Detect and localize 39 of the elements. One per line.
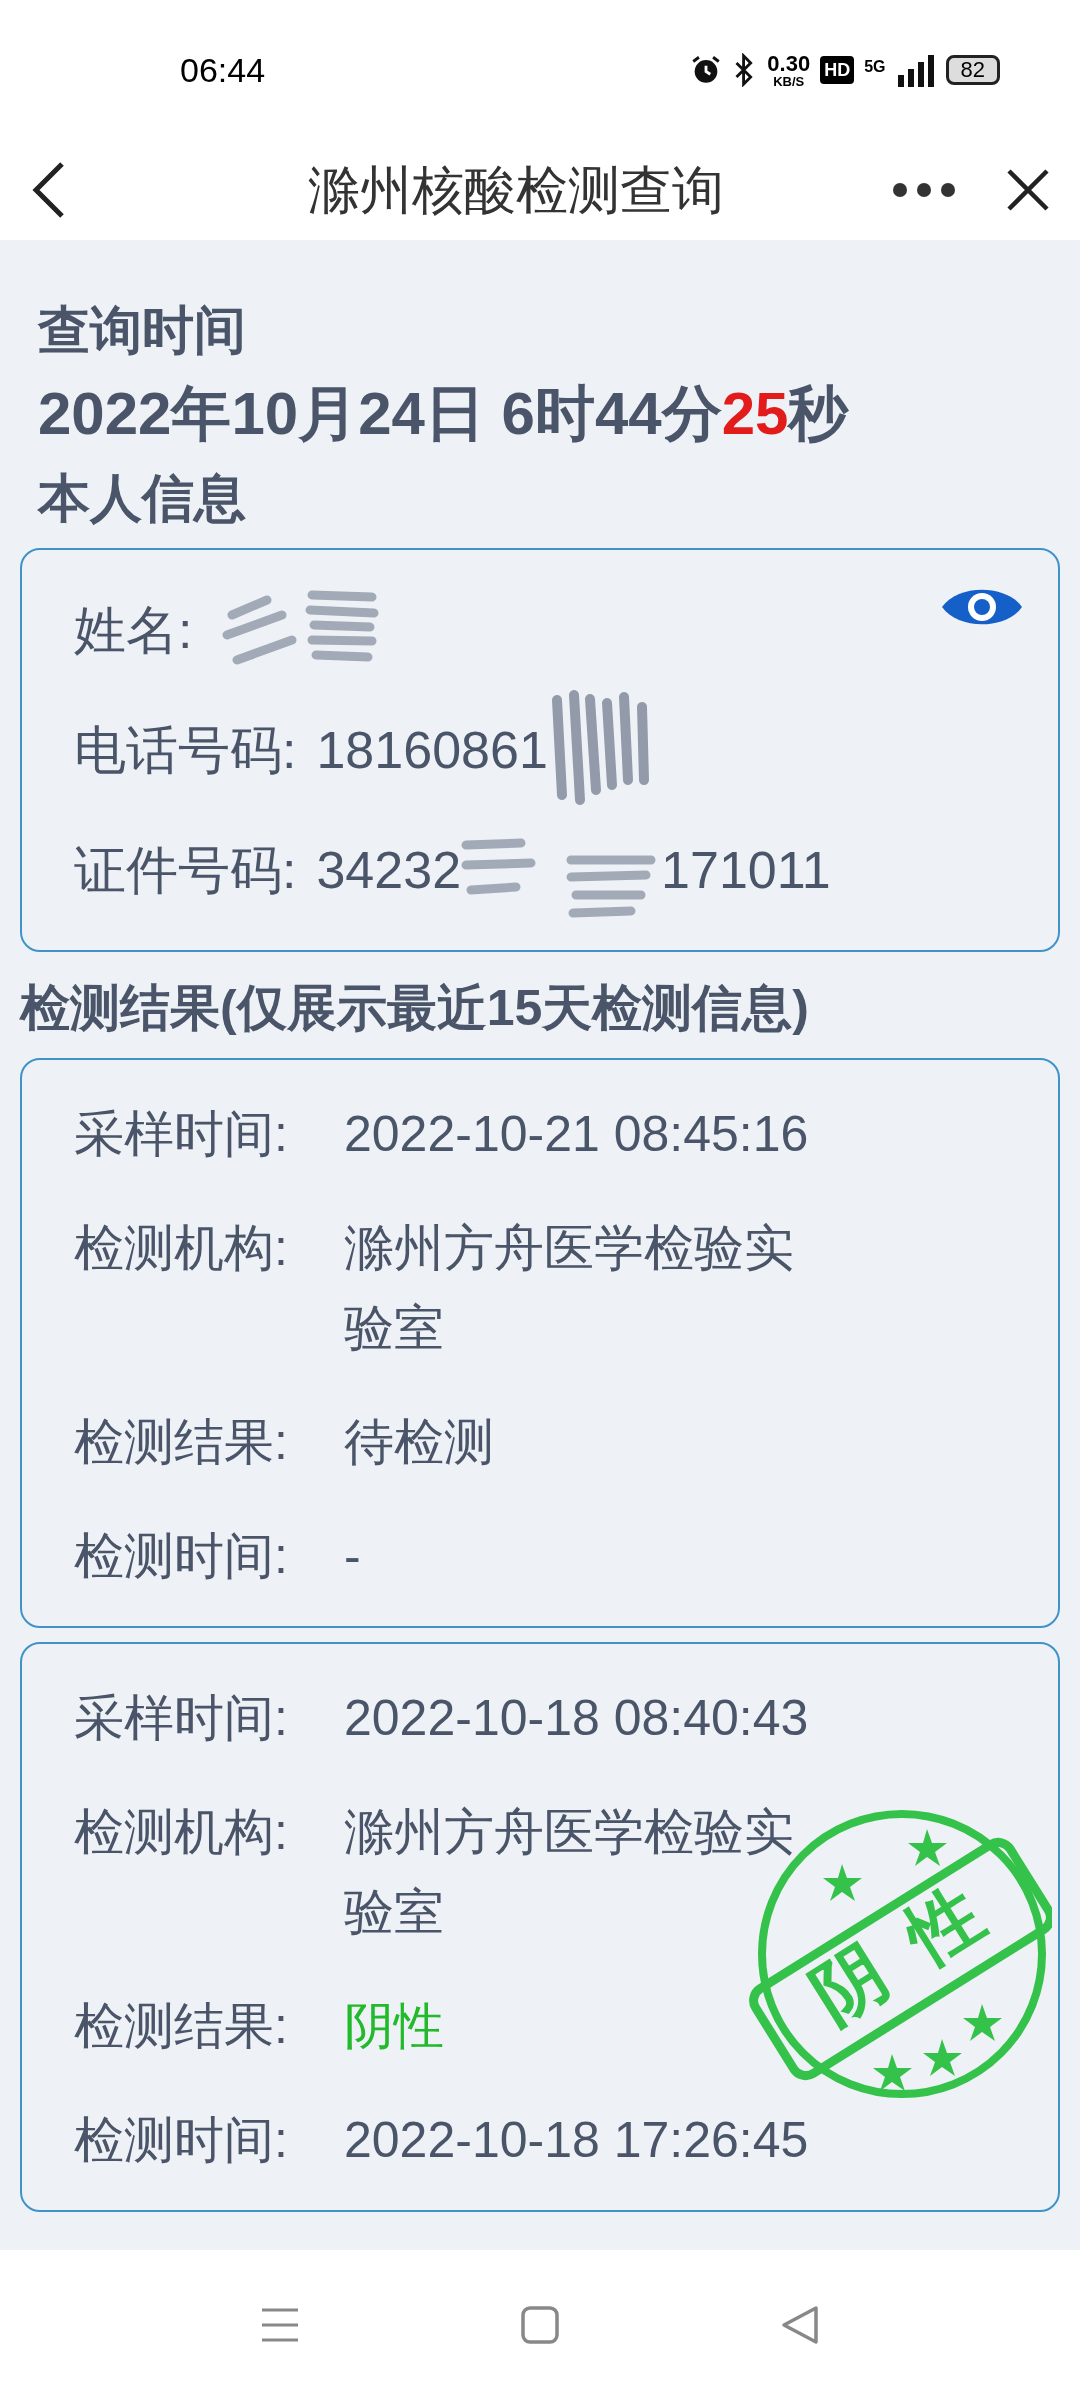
field-label: 检测机构: bbox=[74, 1803, 289, 1862]
field-value: 2022-10-18 17:26:45 bbox=[344, 2111, 809, 2170]
field-label: 检测结果: bbox=[74, 1997, 289, 2056]
battery-indicator: 82 bbox=[945, 55, 1000, 85]
status-time: 06:44 bbox=[180, 49, 266, 91]
section-title: 本人信息 bbox=[38, 468, 247, 529]
field-label: 检测机构: bbox=[74, 1219, 289, 1278]
field-value: 2022-10-21 08:45:16 bbox=[344, 1105, 809, 1164]
page-title: 滁州核酸检测查询 bbox=[307, 160, 725, 221]
hd-badge: HD bbox=[820, 56, 855, 84]
query-time-label: 查询时间 bbox=[38, 300, 247, 361]
field-value: 滁州方舟医学检验实验室 bbox=[344, 1219, 795, 1358]
network-type: 5G bbox=[864, 56, 886, 77]
result-value: 阴性 bbox=[344, 1997, 444, 2056]
field-value: - bbox=[344, 1527, 361, 1586]
field-label: 采样时间: bbox=[74, 1689, 289, 1748]
field-label: 姓名: bbox=[74, 600, 193, 661]
field-label: 检测时间: bbox=[74, 1527, 289, 1586]
field-value: 171011 bbox=[661, 840, 831, 901]
network-speed: 0.30 bbox=[767, 52, 811, 75]
field-value: 滁州方舟医学检验实验室 bbox=[344, 1803, 795, 1942]
field-label: 检测时间: bbox=[74, 2111, 289, 2170]
back-nav-icon[interactable] bbox=[780, 2305, 820, 2345]
menu-icon[interactable] bbox=[260, 2307, 300, 2343]
signal-icon bbox=[895, 53, 936, 87]
home-icon[interactable] bbox=[520, 2305, 560, 2345]
close-icon[interactable] bbox=[1006, 168, 1050, 212]
result-value: 待检测 bbox=[344, 1413, 494, 1472]
speed-unit: KB/S bbox=[773, 74, 805, 88]
field-label: 证件号码: bbox=[74, 840, 297, 901]
field-value: 2022-10-18 08:40:43 bbox=[344, 1689, 809, 1748]
field-label: 检测结果: bbox=[74, 1413, 289, 1472]
section-title: 检测结果(仅展示最近15天检测信息) bbox=[20, 979, 810, 1038]
more-icon[interactable] bbox=[892, 182, 956, 198]
field-value: 34232 bbox=[316, 840, 462, 901]
field-value: 18160861 bbox=[316, 720, 548, 781]
field-label: 电话号码: bbox=[74, 720, 297, 781]
field-label: 采样时间: bbox=[74, 1105, 289, 1164]
query-time-value: 2022年10月24日 6时44分25秒 bbox=[38, 379, 850, 449]
